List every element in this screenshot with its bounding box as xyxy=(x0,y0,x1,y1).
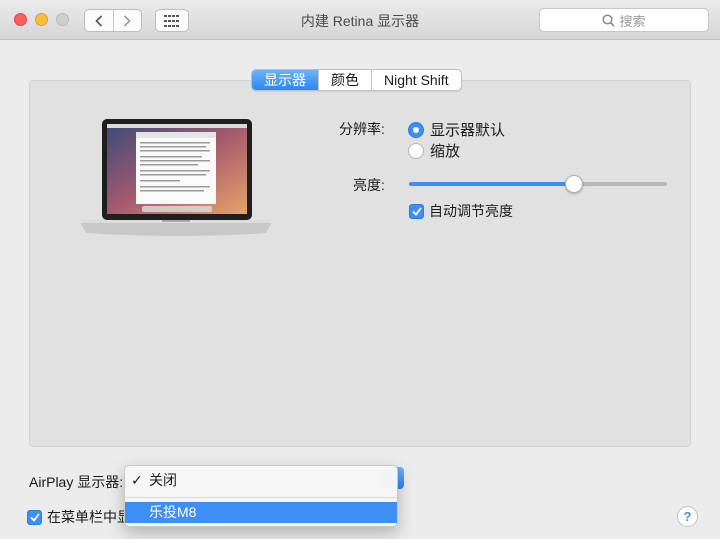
checkmark-icon: ✓ xyxy=(131,472,143,488)
resolution-scaled-option[interactable]: 缩放 xyxy=(408,140,460,161)
brightness-label: 亮度: xyxy=(353,177,385,193)
resolution-default-label: 显示器默认 xyxy=(430,122,506,139)
menu-item-lecast-m8[interactable]: 乐投M8 xyxy=(125,502,397,523)
tab-display[interactable]: 显示器 xyxy=(252,70,318,90)
menu-separator xyxy=(125,497,397,498)
brightness-slider-knob[interactable] xyxy=(565,175,584,193)
airplay-label: AirPlay 显示器: xyxy=(29,474,124,490)
checkbox-checked[interactable] xyxy=(27,509,42,525)
tab-night-shift[interactable]: Night Shift xyxy=(371,70,461,90)
tab-color[interactable]: 颜色 xyxy=(318,70,371,90)
search-icon xyxy=(602,13,616,27)
tab-bar: 显示器 颜色 Night Shift xyxy=(251,69,462,91)
checkmark-icon xyxy=(411,206,422,216)
auto-brightness-label: 自动调节亮度 xyxy=(429,203,513,219)
title-bar: 内建 Retina 显示器 搜索 xyxy=(0,0,720,40)
auto-brightness-option[interactable]: 自动调节亮度 xyxy=(409,201,513,221)
checkmark-icon xyxy=(29,512,40,522)
search-field[interactable]: 搜索 xyxy=(539,8,709,32)
radio-selected[interactable] xyxy=(408,121,424,138)
menubar-mirroring-option[interactable]: 在菜单栏中显 xyxy=(27,507,131,527)
brightness-slider-fill xyxy=(409,182,575,186)
radio-unselected[interactable] xyxy=(408,142,424,159)
macbook-display-image xyxy=(80,119,272,236)
menubar-mirroring-label: 在菜单栏中显 xyxy=(47,509,131,525)
menu-item-off-label: 关闭 xyxy=(149,472,177,488)
menu-item-lecast-label: 乐投M8 xyxy=(149,504,197,520)
airplay-dropdown-menu: ✓ 关闭 乐投M8 xyxy=(124,465,398,527)
search-placeholder: 搜索 xyxy=(619,13,646,29)
help-button[interactable]: ? xyxy=(677,506,698,527)
resolution-scaled-label: 缩放 xyxy=(430,143,461,160)
menu-item-off[interactable]: ✓ 关闭 xyxy=(125,470,397,491)
checkbox-checked[interactable] xyxy=(409,203,424,219)
resolution-label: 分辨率: xyxy=(339,121,385,137)
resolution-default-option[interactable]: 显示器默认 xyxy=(408,119,505,140)
